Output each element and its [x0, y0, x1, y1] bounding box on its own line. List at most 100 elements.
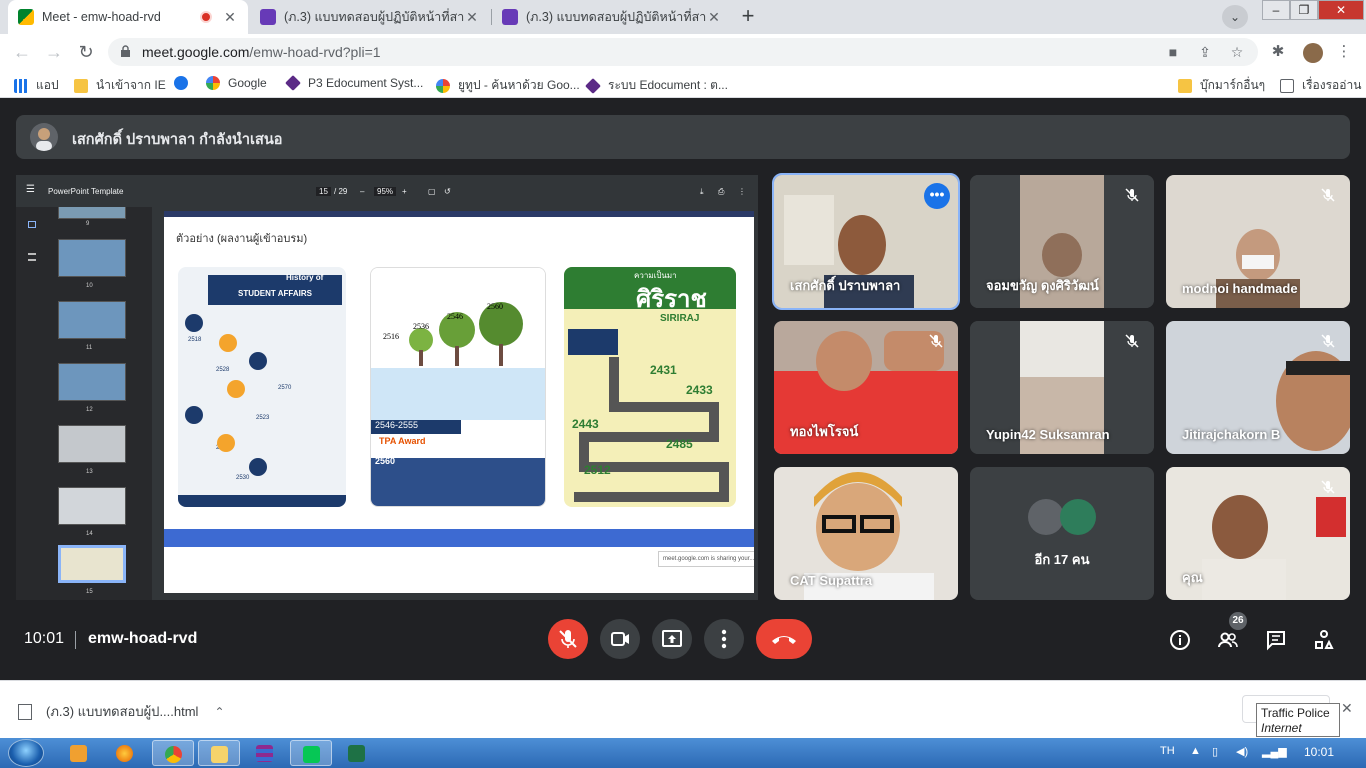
taskbar-firefox[interactable]	[104, 740, 146, 766]
close-tab-icon[interactable]: ✕	[464, 9, 480, 26]
close-window-button[interactable]: ✕	[1318, 0, 1364, 20]
page-thumbnail[interactable]	[58, 363, 126, 401]
page-thumbnail[interactable]	[58, 239, 126, 277]
bookmark-google[interactable]: Google	[206, 76, 267, 90]
participant-tile[interactable]: Jitirajchakorn B	[1166, 321, 1350, 454]
volume-icon[interactable]: ◀)	[1236, 745, 1248, 758]
tab-form-2[interactable]: (ภ.3) แบบทดสอบผู้ปฏิบัติหน้าที่สายงาน ✕	[492, 0, 732, 34]
bookmark-edge[interactable]	[174, 76, 196, 90]
print-icon[interactable]: ⎙	[718, 187, 724, 197]
thumbnail-view-icon[interactable]	[28, 221, 36, 228]
start-button[interactable]	[8, 739, 44, 767]
presenter-avatar	[30, 123, 58, 151]
maximize-button[interactable]: ❐	[1290, 0, 1318, 20]
mic-off-icon	[929, 334, 943, 348]
microphone-toggle-button[interactable]	[548, 619, 588, 659]
more-options-button[interactable]: •••	[924, 183, 950, 209]
participant-tile-others[interactable]: อีก 17 คน	[970, 467, 1154, 600]
camera-toggle-button[interactable]	[600, 619, 640, 659]
chat-icon[interactable]	[1264, 628, 1288, 652]
network-icon[interactable]: ▂▄▆	[1262, 745, 1287, 758]
pdf-zoom-in[interactable]: +	[402, 187, 407, 196]
camera-in-use-icon[interactable]: ■	[1164, 44, 1182, 60]
tab-title: (ภ.3) แบบทดสอบผู้ปฏิบัติหน้าที่สายงาน	[526, 10, 706, 24]
profile-avatar[interactable]	[1303, 43, 1323, 63]
info-icon[interactable]	[1168, 628, 1192, 652]
forward-button[interactable]: →	[42, 40, 66, 64]
tab-meet[interactable]: Meet - emw-hoad-rvd ✕	[8, 0, 248, 34]
participant-tile[interactable]: modnoi handmade	[1166, 175, 1350, 308]
outline-view-icon[interactable]	[28, 253, 36, 261]
archive-icon	[256, 745, 273, 762]
language-indicator[interactable]: TH	[1160, 745, 1175, 757]
taskbar-excel[interactable]	[336, 740, 378, 766]
participant-tile[interactable]: Yupin42 Suksamran	[970, 321, 1154, 454]
rotate-icon[interactable]: ↺	[444, 187, 451, 196]
address-bar[interactable]: meet.google.com/emw-hoad-rvd?pli=1 ■ ⇪ ☆	[108, 38, 1258, 66]
card-footer	[371, 458, 545, 506]
more-options-button[interactable]	[704, 619, 744, 659]
award-label: TPA Award	[379, 436, 426, 446]
bookmark-other[interactable]: บุ๊กมาร์กอื่นๆ	[1178, 76, 1265, 95]
download-item[interactable]: (ภ.3) แบบทดสอบผู้ป....html ⌃	[18, 701, 225, 722]
device-icon[interactable]: ▯	[1212, 745, 1218, 758]
bookmark-apps[interactable]: แอป	[14, 76, 59, 95]
page-thumbnail-selected[interactable]	[58, 545, 126, 583]
page-thumbnail[interactable]	[58, 487, 126, 525]
pdf-zoom-level[interactable]: 95%	[374, 187, 397, 196]
bookmark-p3-edoc[interactable]: P3 Edocument Syst...	[285, 75, 423, 91]
taskbar-media-player[interactable]	[58, 740, 100, 766]
close-downloads-icon[interactable]: ✕	[1341, 700, 1353, 717]
close-tab-icon[interactable]: ✕	[222, 9, 238, 26]
participant-tile[interactable]: ทองไพโรจน์	[774, 321, 958, 454]
download-icon[interactable]: ⤓	[700, 187, 704, 197]
tab-search-button[interactable]: ⌄	[1222, 5, 1248, 29]
edoc-icon	[285, 75, 301, 91]
page-thumbnail[interactable]	[58, 207, 126, 219]
chevron-up-icon[interactable]: ⌃	[214, 705, 224, 719]
pdf-thumbnails: 9 10 11 12 13 14 15	[16, 207, 152, 600]
pdf-title: PowerPoint Template	[48, 187, 124, 196]
new-tab-button[interactable]: +	[735, 5, 761, 29]
pdf-page-input[interactable]: 15	[316, 187, 331, 196]
bookmark-import-ie[interactable]: นำเข้าจาก IE	[74, 76, 166, 95]
siriraj-year: 2431	[650, 363, 677, 377]
back-button[interactable]: ←	[10, 40, 34, 64]
bookmark-edoc-system[interactable]: ระบบ Edocument : ต...	[585, 76, 728, 95]
reload-button[interactable]: ↻	[74, 40, 98, 64]
participant-tile[interactable]: CAT Supattra	[774, 467, 958, 600]
menu-dots-icon[interactable]: ⋮	[1334, 42, 1354, 62]
system-clock[interactable]: 10:01	[1304, 745, 1334, 759]
tab-form-1[interactable]: (ภ.3) แบบทดสอบผู้ปฏิบัติหน้าที่สายงาน ✕	[250, 0, 490, 34]
extensions-icon[interactable]: ✱	[1268, 42, 1288, 62]
leave-call-button[interactable]	[756, 619, 812, 659]
tree-year: 2560	[487, 302, 503, 311]
lock-icon	[121, 45, 130, 57]
pdf-zoom-out[interactable]: –	[360, 187, 364, 196]
participant-tile-self[interactable]: คุณ	[1166, 467, 1350, 600]
taskbar-winrar[interactable]	[244, 740, 286, 766]
apps-grid-icon	[14, 78, 28, 93]
participant-tile[interactable]: ••• เสกศักดิ์ ปราบพาลา	[772, 173, 960, 310]
show-hidden-icons[interactable]: ▲	[1190, 745, 1201, 757]
share-icon[interactable]: ⇪	[1196, 44, 1214, 60]
pdf-menu-icon[interactable]: ☰	[26, 184, 35, 195]
close-tab-icon[interactable]: ✕	[706, 9, 722, 26]
taskbar-chrome[interactable]	[152, 740, 194, 766]
bookmark-reading-list[interactable]: เรื่องรออ่าน	[1280, 76, 1361, 95]
activities-icon[interactable]	[1312, 628, 1336, 652]
taskbar-explorer[interactable]	[198, 740, 240, 766]
participant-tile[interactable]: จอมขวัญ ดุงศิริวัฒน์	[970, 175, 1154, 308]
taskbar-line[interactable]	[290, 740, 332, 766]
fit-page-icon[interactable]: ▢	[428, 187, 436, 196]
page-thumbnail[interactable]	[58, 425, 126, 463]
page-thumbnail[interactable]	[58, 301, 126, 339]
minimize-button[interactable]: –	[1262, 0, 1290, 20]
others-count-label: อีก 17 คน	[1034, 552, 1090, 567]
bookmark-star-icon[interactable]: ☆	[1228, 44, 1246, 60]
present-screen-button[interactable]	[652, 619, 692, 659]
people-icon[interactable]	[1216, 628, 1240, 652]
bookmark-youtube-search[interactable]: ยูทูป - ค้นหาด้วย Goo...	[436, 76, 580, 95]
pdf-more-icon[interactable]: ⋮	[738, 187, 746, 196]
shared-screen[interactable]: ☰ PowerPoint Template 15 / 29 – 95% + ▢ …	[16, 175, 758, 600]
